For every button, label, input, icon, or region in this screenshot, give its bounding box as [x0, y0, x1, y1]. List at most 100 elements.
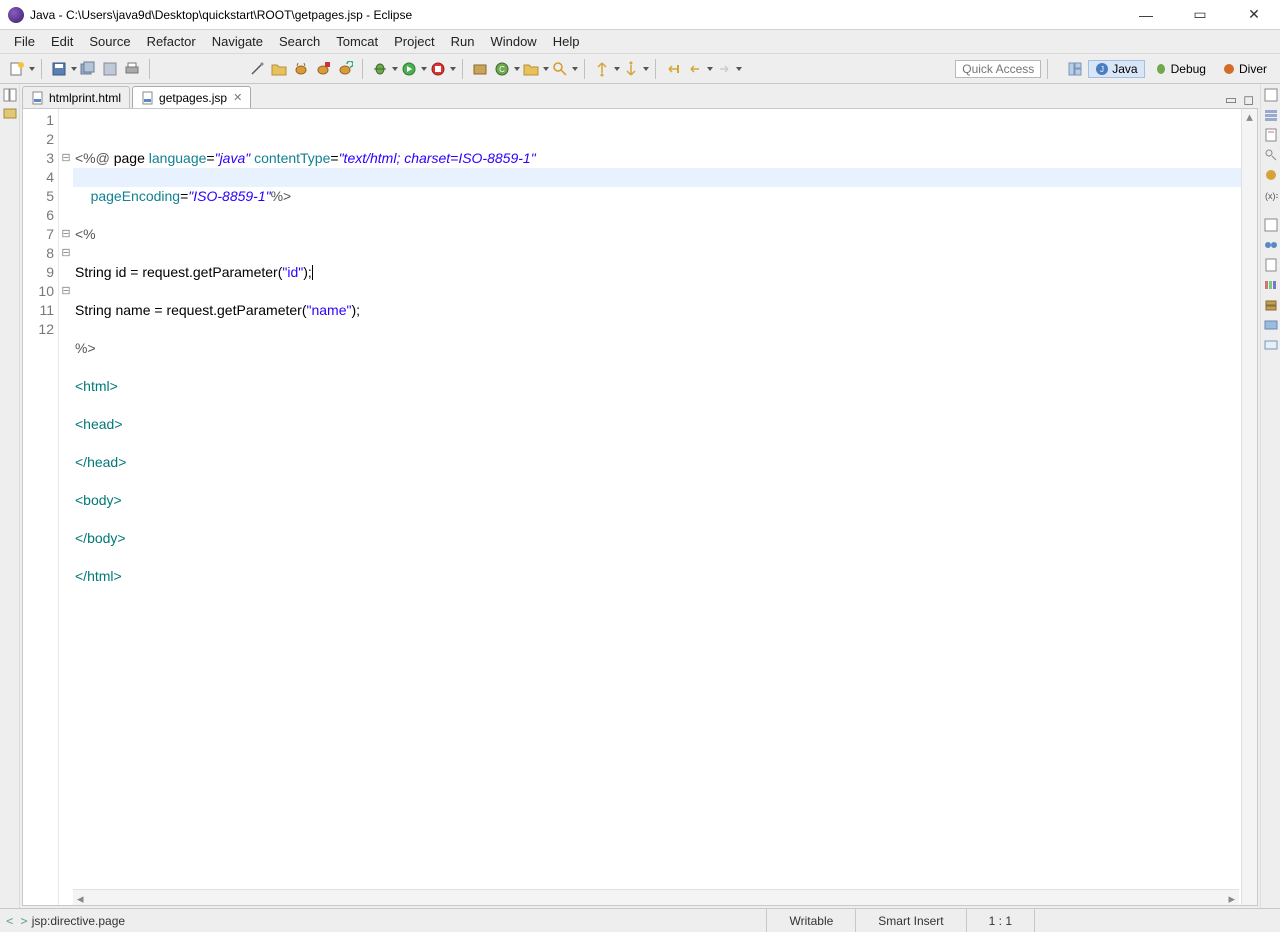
- open-perspective-button[interactable]: [1066, 60, 1084, 78]
- annotation-next-button[interactable]: [622, 60, 640, 78]
- dropdown-icon[interactable]: [643, 67, 649, 71]
- close-window-button[interactable]: ✕: [1236, 3, 1272, 27]
- outline-icon[interactable]: [1264, 108, 1278, 122]
- run-button[interactable]: [400, 60, 418, 78]
- dropdown-icon[interactable]: [514, 67, 520, 71]
- fold-icon[interactable]: ⊟: [59, 149, 73, 168]
- fold-icon[interactable]: ⊟: [59, 244, 73, 263]
- svg-text:C: C: [499, 65, 505, 74]
- annotation-prev-button[interactable]: [593, 60, 611, 78]
- search-button[interactable]: [551, 60, 569, 78]
- last-edit-button[interactable]: [664, 60, 682, 78]
- file-icon: [141, 91, 155, 105]
- forward-button[interactable]: [715, 60, 733, 78]
- dropdown-icon[interactable]: [736, 67, 742, 71]
- separator: [41, 59, 42, 79]
- menu-window[interactable]: Window: [482, 32, 544, 51]
- dropdown-icon[interactable]: [543, 67, 549, 71]
- console-icon[interactable]: [1264, 338, 1278, 352]
- print-button[interactable]: [123, 60, 141, 78]
- ln: 4: [23, 168, 54, 187]
- separator: [584, 59, 585, 79]
- dropdown-icon[interactable]: [392, 67, 398, 71]
- quick-access-input[interactable]: [955, 60, 1041, 78]
- tomcat-start-button[interactable]: [292, 60, 310, 78]
- close-tab-icon[interactable]: ✕: [233, 91, 242, 104]
- tomcat-stop-button[interactable]: [314, 60, 332, 78]
- problems-icon[interactable]: [1264, 318, 1278, 332]
- dropdown-icon[interactable]: [29, 67, 35, 71]
- save-as-button[interactable]: [101, 60, 119, 78]
- external-tools-button[interactable]: [429, 60, 447, 78]
- task-list-icon[interactable]: [1264, 128, 1278, 142]
- editor-tabs: htmlprint.html getpages.jsp ✕ ▭ ◻: [20, 84, 1260, 108]
- tab-label: getpages.jsp: [159, 91, 227, 105]
- perspective-debug[interactable]: Debug: [1147, 60, 1213, 78]
- dropdown-icon[interactable]: [71, 67, 77, 71]
- maximize-button[interactable]: ▭: [1182, 3, 1218, 27]
- fold-icon[interactable]: ⊟: [59, 225, 73, 244]
- menu-edit[interactable]: Edit: [43, 32, 81, 51]
- menu-project[interactable]: Project: [386, 32, 442, 51]
- left-trim: [0, 84, 20, 908]
- text-cursor: [312, 265, 313, 280]
- fold-icon[interactable]: ⊟: [59, 282, 73, 301]
- separator: [655, 59, 656, 79]
- new-package-button[interactable]: [471, 60, 489, 78]
- restore-icon[interactable]: [1264, 88, 1278, 102]
- eclipse-icon: [8, 7, 24, 23]
- save-all-button[interactable]: [79, 60, 97, 78]
- open-type-button[interactable]: [270, 60, 288, 78]
- perspective-java-label: Java: [1112, 62, 1137, 76]
- menu-tomcat[interactable]: Tomcat: [328, 32, 386, 51]
- package-explorer-icon[interactable]: [3, 106, 17, 120]
- ln: 12: [23, 320, 54, 339]
- menu-file[interactable]: File: [6, 32, 43, 51]
- dropdown-icon[interactable]: [450, 67, 456, 71]
- status-spacer: [1034, 909, 1274, 932]
- restore-icon[interactable]: [1264, 218, 1278, 232]
- snippets-icon[interactable]: [1264, 258, 1278, 272]
- menu-source[interactable]: Source: [81, 32, 138, 51]
- menu-navigate[interactable]: Navigate: [204, 32, 271, 51]
- menu-refactor[interactable]: Refactor: [139, 32, 204, 51]
- minimize-view-icon[interactable]: ▭: [1225, 92, 1237, 108]
- menu-search[interactable]: Search: [271, 32, 328, 51]
- dropdown-icon[interactable]: [421, 67, 427, 71]
- tab-label: htmlprint.html: [49, 91, 121, 105]
- search-view-icon[interactable]: [1264, 148, 1278, 162]
- tomcat-restart-button[interactable]: [336, 60, 354, 78]
- vertical-scrollbar[interactable]: ▴: [1241, 109, 1257, 905]
- tab-getpages[interactable]: getpages.jsp ✕: [132, 86, 251, 108]
- tasks-icon[interactable]: [1264, 168, 1278, 182]
- debug-button[interactable]: [371, 60, 389, 78]
- new-class-button[interactable]: C: [493, 60, 511, 78]
- horizontal-scrollbar[interactable]: ◂▸: [73, 889, 1239, 905]
- dropdown-icon[interactable]: [614, 67, 620, 71]
- wand-icon[interactable]: [248, 60, 266, 78]
- restore-icon[interactable]: [3, 88, 17, 102]
- breadcrumb[interactable]: jsp:directive.page: [32, 914, 125, 928]
- back-button[interactable]: [686, 60, 704, 78]
- editor: 1 2 3 4 5 6 7 8 9 10 11 12 ⊟ ⊟⊟ ⊟ <%@ pa…: [22, 108, 1258, 906]
- menu-run[interactable]: Run: [443, 32, 483, 51]
- dropdown-icon[interactable]: [572, 67, 578, 71]
- palette-icon[interactable]: [1264, 278, 1278, 292]
- new-button[interactable]: [8, 60, 26, 78]
- servers-icon[interactable]: [1264, 298, 1278, 312]
- right-trim: (x)=: [1260, 84, 1280, 908]
- dropdown-icon[interactable]: [707, 67, 713, 71]
- code-area[interactable]: <%@ page language="java" contentType="te…: [73, 109, 1241, 905]
- open-type-icon[interactable]: [522, 60, 540, 78]
- status-insert: Smart Insert: [855, 909, 965, 932]
- perspective-diver[interactable]: Diver: [1215, 60, 1274, 78]
- ln: 3: [23, 149, 54, 168]
- expressions-icon[interactable]: (x)=: [1264, 188, 1278, 202]
- minimize-button[interactable]: —: [1128, 3, 1164, 27]
- perspective-java[interactable]: JJava: [1088, 60, 1144, 78]
- save-button[interactable]: [50, 60, 68, 78]
- maximize-view-icon[interactable]: ◻: [1243, 92, 1254, 108]
- breakpoints-icon[interactable]: [1264, 238, 1278, 252]
- menu-help[interactable]: Help: [545, 32, 588, 51]
- tab-htmlprint[interactable]: htmlprint.html: [22, 86, 130, 108]
